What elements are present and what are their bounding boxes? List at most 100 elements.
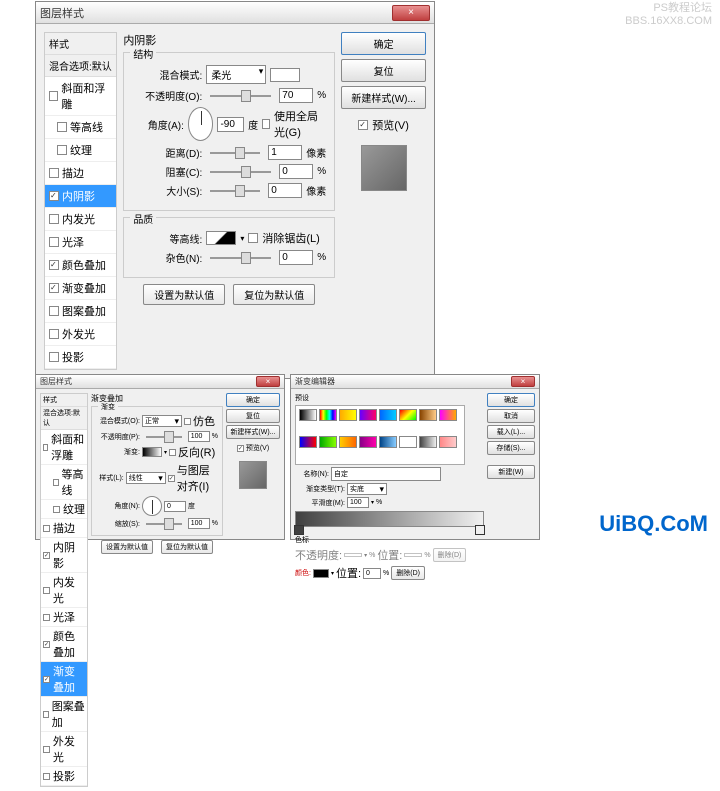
- style-item[interactable]: 斜面和浮雕: [45, 77, 116, 116]
- new-style-button[interactable]: 新建样式(W)...: [341, 86, 426, 109]
- global-light-checkbox[interactable]: [262, 119, 270, 129]
- style-item[interactable]: 光泽: [45, 231, 116, 254]
- ok-button[interactable]: 确定: [487, 393, 535, 407]
- delete-stop-button[interactable]: 删除(D): [391, 566, 425, 580]
- style-item[interactable]: 描边: [45, 162, 116, 185]
- choke-input[interactable]: 0: [279, 164, 313, 179]
- close-icon[interactable]: ×: [511, 376, 535, 387]
- noise-input[interactable]: 0: [279, 250, 313, 265]
- preview-checkbox[interactable]: [237, 445, 244, 452]
- smoothness-input[interactable]: 100: [347, 497, 369, 508]
- style-item[interactable]: 内阴影: [41, 538, 87, 573]
- titlebar[interactable]: 图层样式 ×: [36, 375, 284, 389]
- titlebar[interactable]: 图层样式 ×: [36, 2, 434, 24]
- style-checkbox[interactable]: [43, 587, 50, 594]
- gradient-preset[interactable]: [419, 436, 437, 448]
- style-item[interactable]: 等高线: [41, 465, 87, 500]
- style-checkbox[interactable]: [49, 260, 59, 270]
- stop-color-swatch[interactable]: [313, 569, 329, 578]
- cancel-button[interactable]: 复位: [341, 59, 426, 82]
- style-checkbox[interactable]: [53, 506, 60, 513]
- style-item[interactable]: 图案叠加: [45, 300, 116, 323]
- ok-button[interactable]: 确定: [226, 393, 280, 407]
- style-item[interactable]: 投影: [45, 346, 116, 369]
- cancel-button[interactable]: 复位: [226, 409, 280, 423]
- style-item[interactable]: 外发光: [41, 732, 87, 767]
- preview-checkbox[interactable]: [358, 120, 368, 130]
- style-item[interactable]: 等高线: [45, 116, 116, 139]
- gradient-preset[interactable]: [319, 409, 337, 421]
- angle-wheel[interactable]: [188, 107, 214, 141]
- gradient-preset[interactable]: [379, 436, 397, 448]
- blend-mode-dropdown[interactable]: 柔光: [206, 65, 266, 84]
- opacity-slider[interactable]: [146, 436, 182, 438]
- gradient-preset[interactable]: [439, 409, 457, 421]
- style-checkbox[interactable]: [49, 283, 59, 293]
- make-default-button[interactable]: 设置为默认值: [101, 540, 153, 554]
- style-checkbox[interactable]: [43, 552, 50, 559]
- style-checkbox[interactable]: [49, 191, 59, 201]
- noise-slider[interactable]: [210, 257, 271, 259]
- gradient-preset[interactable]: [339, 409, 357, 421]
- gradient-preset[interactable]: [339, 436, 357, 448]
- gradient-preset[interactable]: [359, 409, 377, 421]
- load-button[interactable]: 载入(L)...: [487, 425, 535, 439]
- reset-default-button[interactable]: 复位为默认值: [161, 540, 213, 554]
- distance-input[interactable]: 1: [268, 145, 302, 160]
- style-item[interactable]: 斜面和浮雕: [41, 430, 87, 465]
- size-slider[interactable]: [210, 190, 260, 192]
- angle-input[interactable]: -90: [217, 117, 244, 132]
- stop-location-input[interactable]: 0: [363, 568, 381, 579]
- scale-slider[interactable]: [146, 523, 182, 525]
- style-checkbox[interactable]: [49, 168, 59, 178]
- gradient-type-dropdown[interactable]: 实底: [347, 483, 387, 495]
- close-icon[interactable]: ×: [392, 5, 430, 21]
- align-checkbox[interactable]: [168, 475, 175, 482]
- style-item[interactable]: 投影: [41, 767, 87, 786]
- reverse-checkbox[interactable]: [169, 449, 176, 456]
- style-checkbox[interactable]: [49, 306, 59, 316]
- style-checkbox[interactable]: [49, 237, 59, 247]
- opacity-input[interactable]: 70: [279, 88, 313, 103]
- gradient-preset[interactable]: [379, 409, 397, 421]
- gradient-preset[interactable]: [319, 436, 337, 448]
- blend-mode-dropdown[interactable]: 正常: [142, 415, 182, 427]
- style-item[interactable]: 纹理: [41, 500, 87, 519]
- size-input[interactable]: 0: [268, 183, 302, 198]
- style-item[interactable]: 渐变叠加: [45, 277, 116, 300]
- style-checkbox[interactable]: [43, 641, 50, 648]
- distance-slider[interactable]: [210, 152, 260, 154]
- choke-slider[interactable]: [210, 171, 271, 173]
- style-item[interactable]: 纹理: [45, 139, 116, 162]
- style-item[interactable]: 内阴影: [45, 185, 116, 208]
- style-checkbox[interactable]: [49, 91, 58, 101]
- style-checkbox[interactable]: [49, 214, 59, 224]
- style-checkbox[interactable]: [43, 746, 50, 753]
- style-item[interactable]: 内发光: [45, 208, 116, 231]
- styles-header[interactable]: 样式: [45, 33, 116, 55]
- style-item[interactable]: 颜色叠加: [41, 627, 87, 662]
- style-checkbox[interactable]: [57, 122, 67, 132]
- ok-button[interactable]: 确定: [341, 32, 426, 55]
- gradient-picker[interactable]: [142, 447, 162, 457]
- gradient-name-input[interactable]: 自定: [331, 467, 441, 481]
- style-checkbox[interactable]: [53, 479, 59, 486]
- gradient-preset[interactable]: [399, 409, 417, 421]
- style-checkbox[interactable]: [43, 525, 50, 532]
- opacity-slider[interactable]: [210, 95, 271, 97]
- antialias-checkbox[interactable]: [248, 233, 258, 243]
- style-item[interactable]: 颜色叠加: [45, 254, 116, 277]
- contour-picker[interactable]: [206, 231, 236, 245]
- reset-default-button[interactable]: 复位为默认值: [233, 284, 315, 305]
- style-checkbox[interactable]: [43, 773, 50, 780]
- style-checkbox[interactable]: [43, 614, 50, 621]
- style-checkbox[interactable]: [43, 444, 48, 451]
- style-item[interactable]: 描边: [41, 519, 87, 538]
- gradient-bar[interactable]: [295, 511, 484, 527]
- gradient-preset[interactable]: [359, 436, 377, 448]
- style-checkbox[interactable]: [43, 711, 49, 718]
- style-checkbox[interactable]: [57, 145, 67, 155]
- shadow-color-swatch[interactable]: [270, 68, 300, 82]
- style-item[interactable]: 渐变叠加: [41, 662, 87, 697]
- style-checkbox[interactable]: [49, 352, 59, 362]
